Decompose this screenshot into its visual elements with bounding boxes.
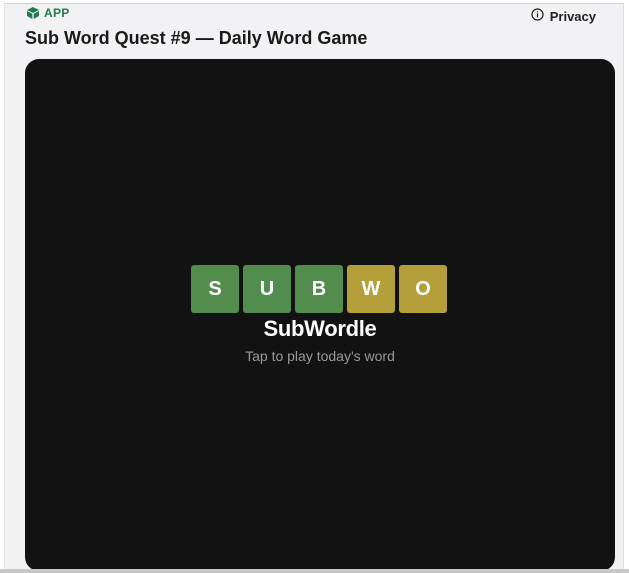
- info-circle-icon: [531, 8, 544, 24]
- letter-tile: B: [295, 265, 343, 313]
- app-cube-icon: [26, 6, 40, 20]
- app-panel: APP Privacy Sub Word Quest #9 — Daily Wo…: [4, 3, 624, 571]
- bottom-divider: [0, 569, 629, 573]
- play-tagline: Tap to play today's word: [245, 348, 395, 364]
- app-label-text: APP: [44, 6, 70, 20]
- page-title: Sub Word Quest #9 — Daily Word Game: [25, 28, 368, 48]
- letter-tile: U: [243, 265, 291, 313]
- app-badge: APP: [26, 6, 70, 20]
- privacy-label: Privacy: [549, 8, 596, 24]
- game-name: SubWordle: [263, 316, 377, 341]
- privacy-link[interactable]: Privacy: [531, 8, 596, 24]
- logo-tiles: S U B W O: [191, 265, 447, 313]
- letter-tile: O: [399, 265, 447, 313]
- game-launch-card[interactable]: S U B W O SubWordle Tap to play today's …: [25, 59, 615, 571]
- page: APP Privacy Sub Word Quest #9 — Daily Wo…: [0, 0, 629, 573]
- letter-tile: W: [347, 265, 395, 313]
- letter-tile: S: [191, 265, 239, 313]
